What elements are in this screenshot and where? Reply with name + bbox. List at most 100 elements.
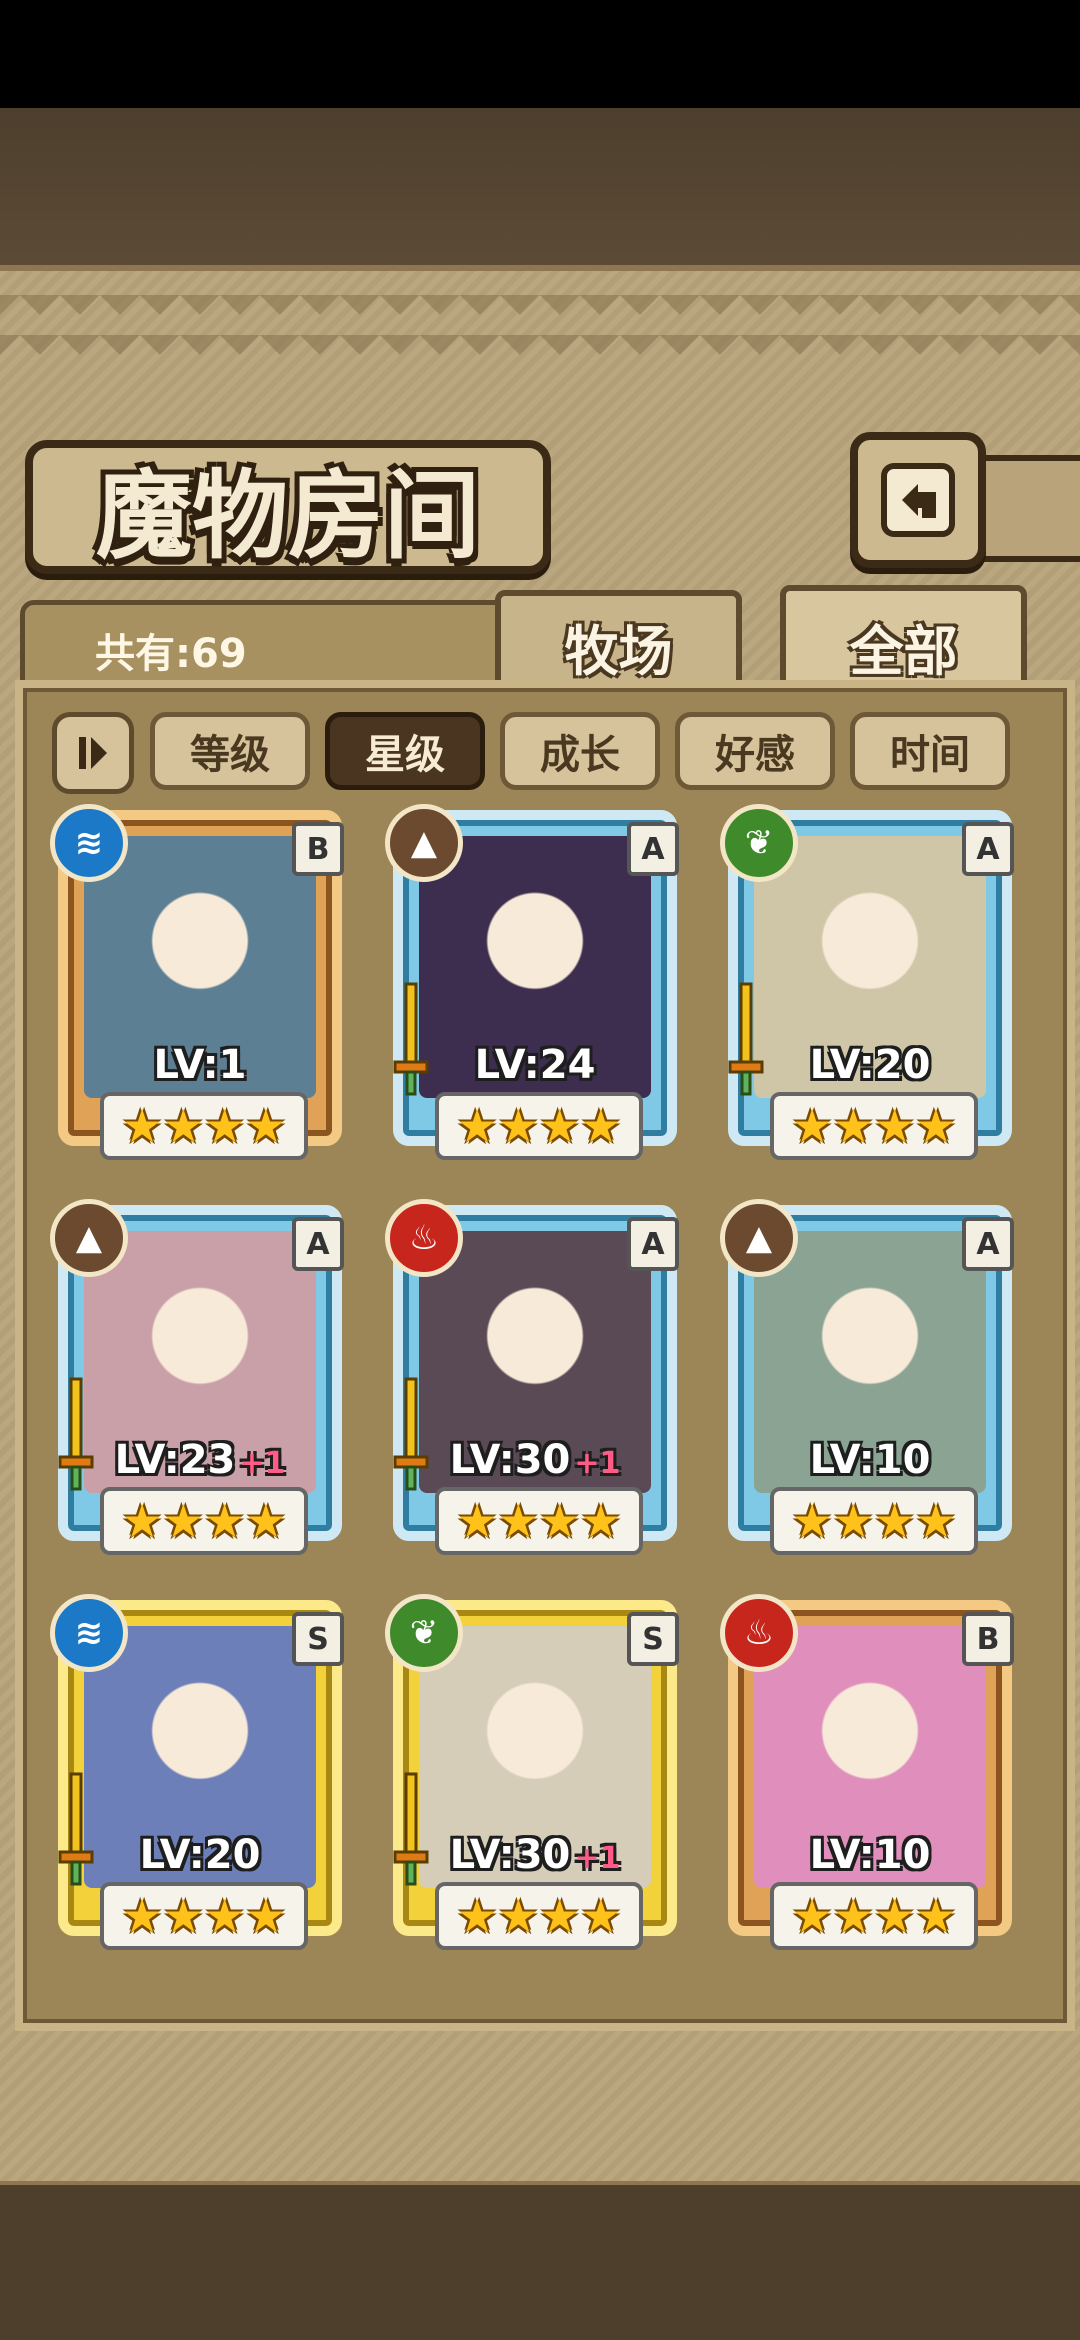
star-icon: ★ (791, 1099, 833, 1153)
plant-icon: ❦ (720, 804, 798, 882)
level-value: LV:20 (139, 1832, 261, 1878)
level-label: LV:30 +1 (385, 1437, 685, 1483)
star-icon: ★ (832, 1494, 874, 1548)
level-value: LV:30 (449, 1832, 571, 1878)
sort-level-button[interactable]: 等级 (150, 712, 310, 790)
star-icon: ★ (915, 1494, 957, 1548)
star-rating: ★ ★ ★ ★ (435, 1882, 643, 1950)
sort-label: 成长 (540, 732, 620, 778)
star-icon: ★ (245, 1494, 287, 1548)
rank-badge: S (292, 1612, 344, 1666)
star-icon: ★ (539, 1494, 581, 1548)
star-rating: ★ ★ ★ ★ (435, 1092, 643, 1160)
level-value: LV:1 (153, 1042, 247, 1088)
star-icon: ★ (121, 1099, 163, 1153)
tab-label: 全部 (849, 619, 958, 683)
star-icon: ★ (245, 1889, 287, 1943)
level-value: LV:23 (114, 1437, 236, 1483)
star-icon: ★ (456, 1889, 498, 1943)
star-icon: ★ (245, 1099, 287, 1153)
status-bar (0, 0, 1080, 108)
star-icon: ★ (915, 1099, 957, 1153)
top-band (0, 108, 1080, 268)
monster-card[interactable]: ♨ A LV:30 +1 ★ ★ ★ ★ (385, 1199, 685, 1565)
level-value: LV:10 (809, 1437, 931, 1483)
level-value: LV:24 (474, 1042, 596, 1088)
monster-card[interactable]: ≋ S LV:20 ★ ★ ★ ★ (50, 1594, 350, 1960)
sort-label: 等级 (190, 732, 270, 778)
star-icon: ★ (162, 1889, 204, 1943)
monster-card[interactable]: ▲ A LV:10 ★ ★ ★ ★ (720, 1199, 1020, 1565)
star-rating: ★ ★ ★ ★ (435, 1487, 643, 1555)
back-arrow-icon (881, 463, 955, 537)
sort-bar: 等级 星级 成长 好感 时间 (40, 708, 1040, 794)
star-icon: ★ (539, 1099, 581, 1153)
back-button[interactable] (850, 432, 986, 568)
rank-badge: A (627, 1217, 679, 1271)
rank-badge: A (962, 822, 1014, 876)
monster-card[interactable]: ≋ B LV:1 ★ ★ ★ ★ (50, 804, 350, 1170)
rank-badge: A (292, 1217, 344, 1271)
star-icon: ★ (121, 1889, 163, 1943)
monster-card[interactable]: ▲ A LV:23 +1 ★ ★ ★ ★ (50, 1199, 350, 1565)
bottom-band (0, 2185, 1080, 2340)
rank-badge: B (962, 1612, 1014, 1666)
star-icon: ★ (580, 1889, 622, 1943)
order-toggle-button[interactable] (52, 712, 134, 794)
level-value: LV:20 (809, 1042, 931, 1088)
sort-label: 星级 (365, 732, 445, 778)
monster-card[interactable]: ❦ A LV:20 ★ ★ ★ ★ (720, 804, 1020, 1170)
star-icon: ★ (204, 1494, 246, 1548)
sort-affection-button[interactable]: 好感 (675, 712, 835, 790)
star-icon: ★ (874, 1494, 916, 1548)
star-icon: ★ (791, 1494, 833, 1548)
zigzag-decoration (0, 295, 1080, 355)
page-title: 魔物房间 (96, 459, 480, 572)
page-title-plate: 魔物房间 (25, 440, 551, 574)
monster-card[interactable]: ❦ S LV:30 +1 ★ ★ ★ ★ (385, 1594, 685, 1960)
order-toggle-icon (79, 737, 107, 769)
star-icon: ★ (580, 1494, 622, 1548)
sort-label: 好感 (715, 732, 795, 778)
monster-count: 共有:69 (95, 631, 247, 677)
star-icon: ★ (832, 1099, 874, 1153)
rank-badge: A (962, 1217, 1014, 1271)
star-icon: ★ (874, 1099, 916, 1153)
tab-label: 牧场 (564, 619, 673, 683)
level-bonus: +1 (574, 1841, 621, 1876)
level-value: LV:30 (449, 1437, 571, 1483)
star-icon: ★ (791, 1889, 833, 1943)
sort-growth-button[interactable]: 成长 (500, 712, 660, 790)
star-rating: ★ ★ ★ ★ (770, 1092, 978, 1160)
fire-icon: ♨ (385, 1199, 463, 1277)
star-icon: ★ (874, 1889, 916, 1943)
sort-time-button[interactable]: 时间 (850, 712, 1010, 790)
monster-card[interactable]: ▲ A LV:24 ★ ★ ★ ★ (385, 804, 685, 1170)
level-label: LV:10 (720, 1832, 1020, 1878)
star-icon: ★ (580, 1099, 622, 1153)
star-icon: ★ (497, 1099, 539, 1153)
rank-badge: S (627, 1612, 679, 1666)
level-label: LV:24 (385, 1042, 685, 1088)
water-icon: ≋ (50, 1594, 128, 1672)
star-icon: ★ (832, 1889, 874, 1943)
rank-badge: A (627, 822, 679, 876)
star-rating: ★ ★ ★ ★ (100, 1882, 308, 1950)
monster-count-bar: 共有:69 (20, 600, 550, 690)
star-rating: ★ ★ ★ ★ (770, 1882, 978, 1950)
monster-card[interactable]: ♨ B LV:10 ★ ★ ★ ★ (720, 1594, 1020, 1960)
level-bonus: +1 (574, 1446, 621, 1481)
sort-label: 时间 (890, 732, 970, 778)
plant-icon: ❦ (385, 1594, 463, 1672)
star-rating: ★ ★ ★ ★ (770, 1487, 978, 1555)
star-icon: ★ (539, 1889, 581, 1943)
star-icon: ★ (204, 1099, 246, 1153)
earth-icon: ▲ (385, 804, 463, 882)
fire-icon: ♨ (720, 1594, 798, 1672)
level-bonus: +1 (239, 1446, 286, 1481)
star-icon: ★ (456, 1099, 498, 1153)
level-label: LV:1 (50, 1042, 350, 1088)
level-label: LV:23 +1 (50, 1437, 350, 1483)
sort-star-button[interactable]: 星级 (325, 712, 485, 790)
star-icon: ★ (915, 1889, 957, 1943)
